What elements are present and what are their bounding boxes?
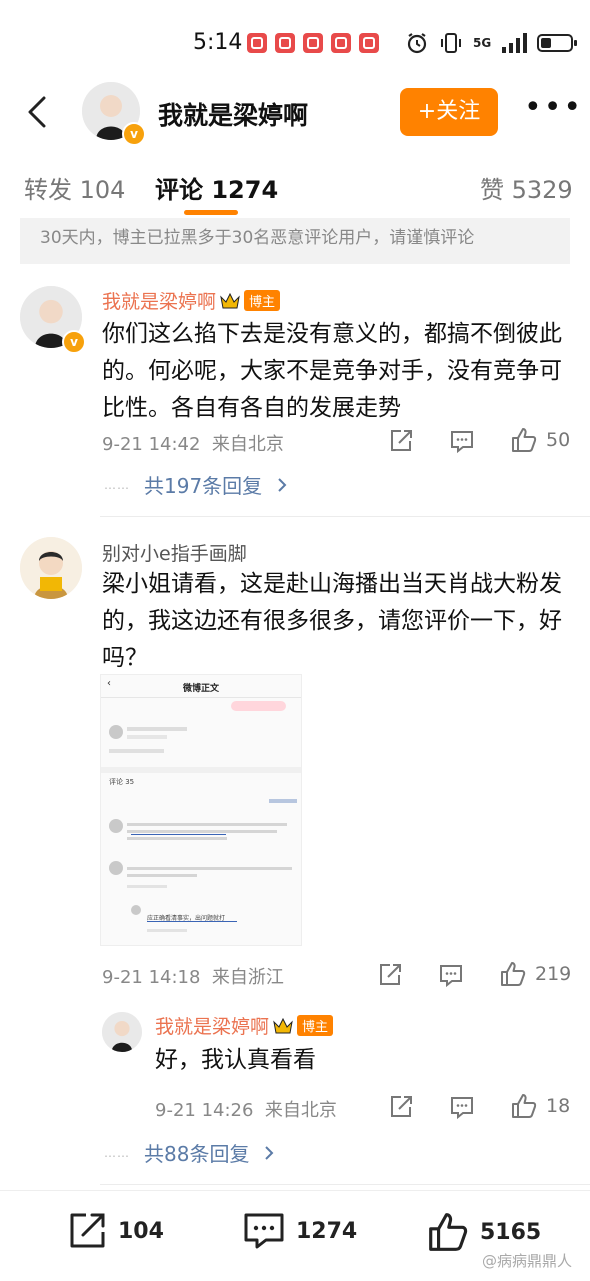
- crown-icon: [220, 292, 240, 308]
- image-comments-label: 评论 35: [109, 778, 135, 786]
- notification-icon: [331, 33, 351, 53]
- comment-icon: [244, 1213, 284, 1249]
- thumbs-up-icon: [512, 428, 537, 452]
- author-tag: 博主: [244, 290, 281, 311]
- comment-image[interactable]: ‹ 微博正文 评论 35 应正确看清事实，出问题就打: [100, 674, 302, 946]
- blocked-users-notice: 30天内，博主已拉黑多于30名恶意评论用户，请谨慎评论: [20, 218, 570, 264]
- comment-button[interactable]: [438, 962, 464, 988]
- more-options-icon[interactable]: •••: [524, 93, 581, 126]
- reply-dots: ……: [104, 477, 130, 492]
- comment-icon: [451, 1097, 473, 1120]
- watermark: @病病鼎鼎人: [482, 1252, 573, 1270]
- tab-comments[interactable]: 评论 1274: [155, 170, 278, 205]
- vibrate-icon: [441, 33, 461, 53]
- like-button[interactable]: 219: [499, 960, 571, 988]
- notification-icon: [359, 33, 379, 53]
- tab-likes[interactable]: 赞 5329: [480, 170, 573, 205]
- comment-username[interactable]: 我就是梁婷啊: [102, 287, 216, 314]
- avatar[interactable]: [20, 537, 82, 599]
- back-arrow-icon[interactable]: [20, 92, 60, 132]
- share-button[interactable]: [377, 962, 403, 988]
- comment-icon: [440, 965, 462, 988]
- notification-icon: [303, 33, 323, 53]
- comment-time: 9-21 14:42 来自北京: [102, 434, 284, 455]
- replies-count-link[interactable]: 共88条回复: [144, 1138, 249, 1167]
- comment-button[interactable]: [449, 1094, 475, 1120]
- battery-icon: [537, 34, 578, 52]
- comment-button[interactable]: 1274: [242, 1210, 357, 1252]
- like-count: 50: [546, 429, 571, 451]
- reply-text: 好，我认真看看: [155, 1047, 316, 1073]
- reply-username[interactable]: 我就是梁婷啊: [155, 1012, 269, 1039]
- repost-button[interactable]: 104: [66, 1210, 164, 1252]
- share-button[interactable]: [388, 1094, 414, 1120]
- notification-icon: [275, 33, 295, 53]
- like-count: 5165: [480, 1219, 542, 1245]
- share-button[interactable]: [388, 428, 414, 454]
- avatar[interactable]: [102, 1012, 142, 1052]
- reply-time: 9-21 14:26 来自北京: [155, 1100, 337, 1121]
- thumbs-up-icon: [501, 962, 526, 986]
- follow-button[interactable]: +关注: [400, 88, 498, 136]
- alarm-icon: [407, 33, 427, 54]
- divider: [100, 1184, 590, 1185]
- author-tag: 博主: [297, 1015, 334, 1036]
- image-title: 微博正文: [182, 684, 219, 694]
- comment-header: 我就是梁婷啊 博主: [102, 287, 281, 314]
- comment-button[interactable]: [449, 428, 475, 454]
- view-replies-link[interactable]: …… 共197条回复: [104, 470, 288, 499]
- thumbs-up-icon: [429, 1213, 468, 1251]
- share-icon: [391, 1096, 412, 1117]
- chevron-right-icon: [278, 477, 287, 492]
- comment-icon: [451, 431, 473, 454]
- verified-badge-icon: v: [62, 330, 86, 354]
- comment-text: 你们这么掐下去是没有意义的，都搞不倒彼此的。何必呢，大家不是竞争对手，没有竞争可…: [102, 321, 562, 421]
- thumbs-up-icon: [512, 1094, 537, 1118]
- reply-dots: ……: [104, 1145, 130, 1160]
- chevron-right-icon: [265, 1145, 274, 1160]
- share-icon: [391, 430, 412, 451]
- like-button[interactable]: 50: [510, 426, 570, 454]
- comment-text: 梁小姐请看，这是赴山海播出当天肖战大粉发的，我这边还有很多很多，请您评价一下，好…: [102, 571, 562, 671]
- like-button[interactable]: 18: [510, 1092, 570, 1120]
- page-title: 我就是梁婷啊: [158, 101, 309, 130]
- network-label: 5G: [473, 36, 492, 50]
- status-time: 5:14: [193, 30, 243, 55]
- like-count: 18: [546, 1095, 571, 1117]
- view-replies-link[interactable]: …… 共88条回复: [104, 1138, 275, 1167]
- like-count: 219: [535, 963, 572, 985]
- comment-time: 9-21 14:18 来自浙江: [102, 967, 284, 988]
- comment-count: 1274: [296, 1218, 358, 1244]
- replies-count-link[interactable]: 共197条回复: [144, 470, 262, 499]
- active-tab-indicator: [184, 210, 238, 215]
- like-button[interactable]: 5165: [426, 1210, 541, 1254]
- divider: [100, 516, 590, 517]
- notification-icon: [247, 33, 267, 53]
- signal-icon: [502, 33, 528, 53]
- status-icons: 5G: [405, 28, 578, 58]
- tab-reposts[interactable]: 转发 104: [24, 170, 125, 205]
- comment-username[interactable]: 别对小e指手画脚: [102, 539, 247, 566]
- crown-icon: [273, 1017, 293, 1033]
- repost-count: 104: [118, 1218, 164, 1244]
- reply-header: 我就是梁婷啊 博主: [155, 1012, 334, 1039]
- repost-icon: [70, 1213, 105, 1248]
- share-icon: [380, 964, 401, 985]
- verified-badge-icon: v: [122, 122, 146, 146]
